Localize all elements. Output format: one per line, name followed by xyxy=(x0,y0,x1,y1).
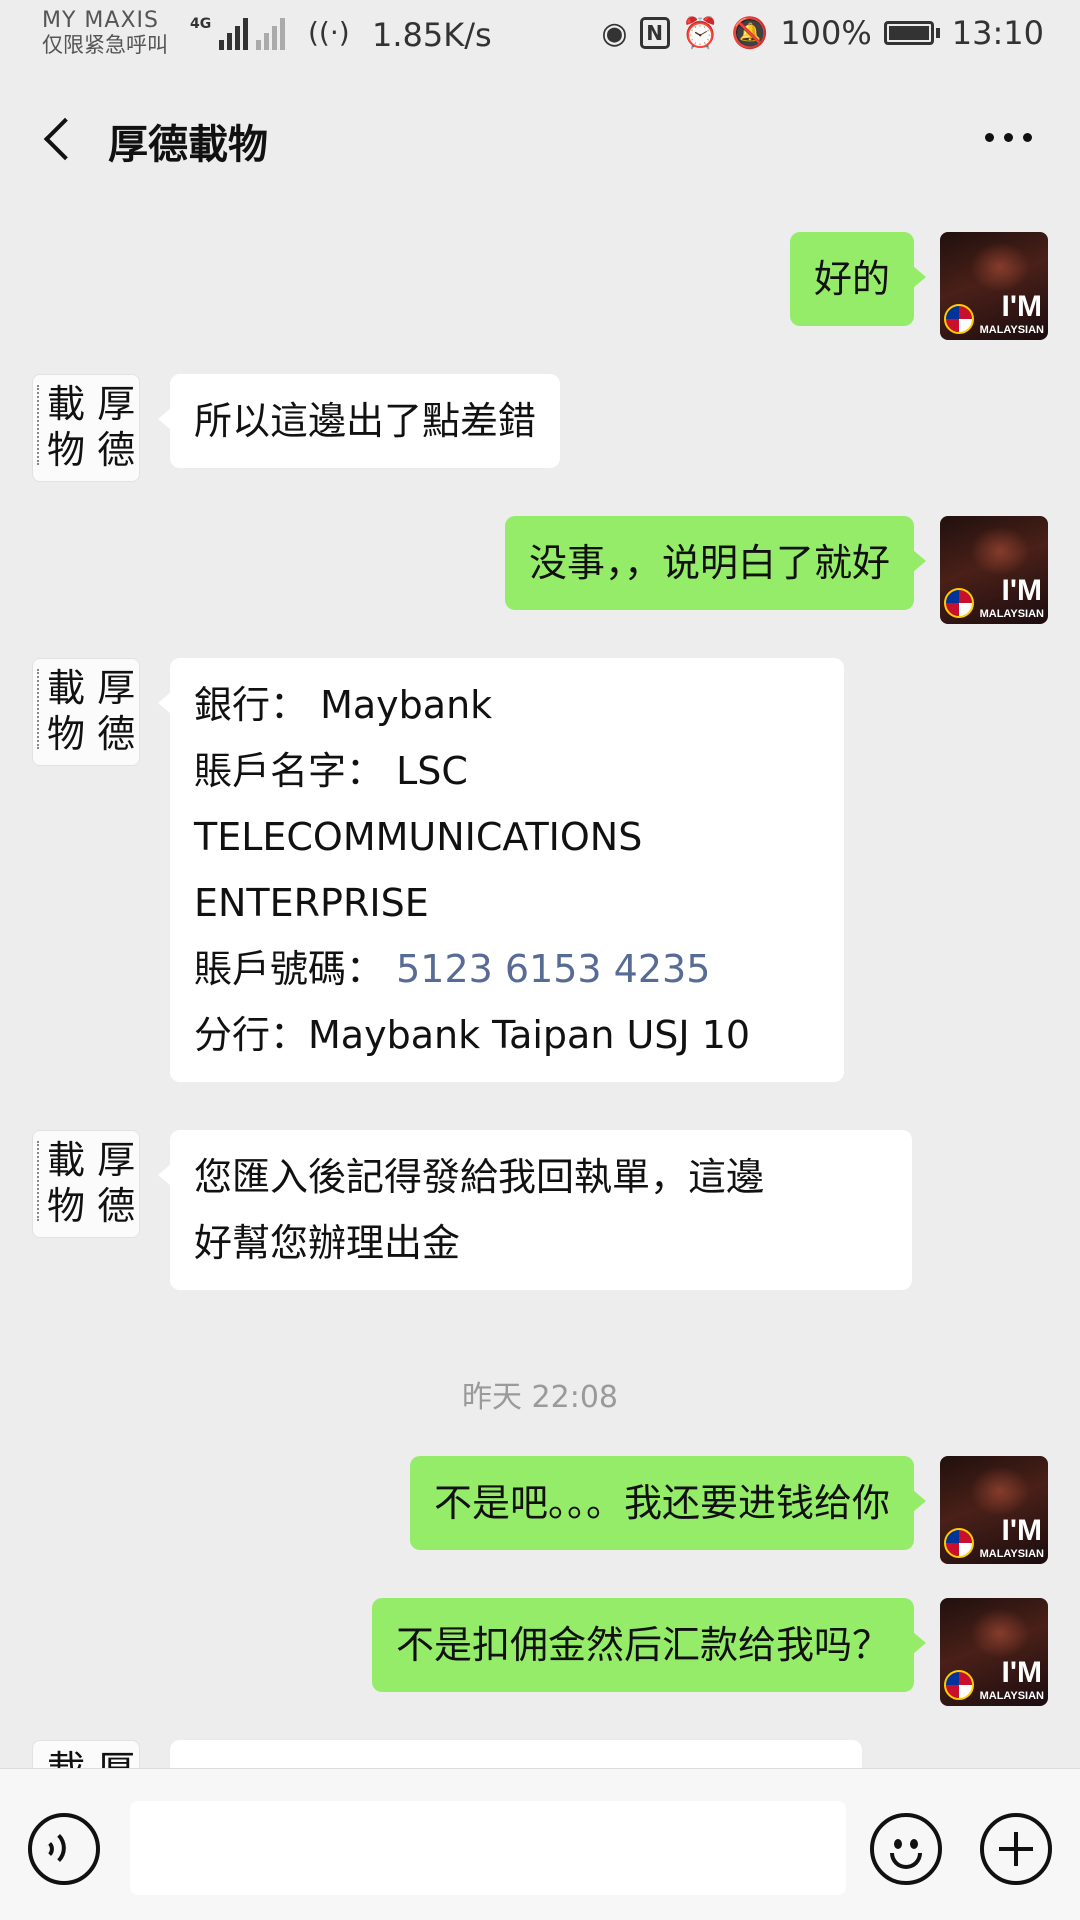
chat-screen: MY MAXIS 仅限紧急呼叫 4G ((·) 1.85K/s ◉ N ⏰ 🔕 … xyxy=(0,0,1080,1920)
contact-avatar[interactable]: 載 厚 物 德 xyxy=(32,1130,140,1238)
flag-icon xyxy=(944,1528,974,1558)
carrier-name: MY MAXIS xyxy=(42,8,159,33)
status-bar: MY MAXIS 仅限紧急呼叫 4G ((·) 1.85K/s ◉ N ⏰ 🔕 … xyxy=(0,0,1080,76)
message-bubble-sent[interactable]: 没事，，说明白了就好 xyxy=(504,516,927,610)
account-name-line: 賬戶名字： LSC xyxy=(194,749,468,793)
account-name-line: TELECOMMUNICATIONS xyxy=(194,815,643,859)
more-dots-icon[interactable] xyxy=(980,122,1036,152)
message-bubble-received[interactable]: 您匯入後記得發給我回執單，這邊 好幫您辦理出金 xyxy=(158,1130,912,1290)
alarm-icon: ⏰ xyxy=(681,15,719,51)
my-avatar[interactable]: I'M MALAYSIAN xyxy=(940,516,1048,624)
clock: 13:10 xyxy=(951,14,1044,52)
my-avatar[interactable]: I'M MALAYSIAN xyxy=(940,1456,1048,1564)
message-input[interactable] xyxy=(130,1801,846,1895)
message-bubble-received[interactable] xyxy=(170,1740,862,1768)
my-avatar[interactable]: I'M MALAYSIAN xyxy=(940,232,1048,340)
flag-icon xyxy=(944,588,974,618)
account-number-line: 賬戶號碼： 5123 6153 4235 xyxy=(194,947,711,991)
bank-line: 銀行： Maybank xyxy=(194,683,493,727)
signal-icon: 4G xyxy=(190,16,286,50)
flag-icon xyxy=(944,1670,974,1700)
chevron-left-icon[interactable] xyxy=(36,114,80,162)
emergency-only-label: 仅限紧急呼叫 xyxy=(42,33,168,58)
wifi-icon: ((·) xyxy=(308,16,350,49)
net-speed: 1.85K/s xyxy=(372,16,492,54)
mute-icon: 🔕 xyxy=(730,15,769,51)
battery-icon xyxy=(883,21,940,45)
chat-header: 厚德載物 xyxy=(0,76,1080,200)
message-row: 不是吧。。。我还要进钱给你 I'M MALAYSIAN xyxy=(0,1456,1080,1566)
message-row: 没事，，说明白了就好 I'M MALAYSIAN xyxy=(0,516,1080,626)
message-list[interactable]: 好的 I'M MALAYSIAN 載 厚 物 德 所以這邊出了點差錯 没事，，说… xyxy=(0,200,1080,1768)
message-timestamp: 昨天 22:08 xyxy=(462,1380,618,1415)
my-avatar[interactable]: I'M MALAYSIAN xyxy=(940,1598,1048,1706)
message-row: 不是扣佣金然后汇款给我吗？ I'M MALAYSIAN xyxy=(0,1598,1080,1708)
battery-percent: 100% xyxy=(780,14,872,52)
contact-avatar[interactable]: 載 厚 xyxy=(32,1740,140,1768)
input-bar xyxy=(0,1768,1080,1920)
message-row: 載 厚 物 德 您匯入後記得發給我回執單，這邊 好幫您辦理出金 xyxy=(0,1130,1080,1310)
carrier-info: MY MAXIS 仅限紧急呼叫 xyxy=(42,8,168,57)
bank-details-bubble[interactable]: 銀行： Maybank 賬戶名字： LSC TELECOMMUNICATIONS… xyxy=(158,658,844,1082)
plus-icon[interactable] xyxy=(980,1813,1052,1885)
voice-icon[interactable] xyxy=(28,1813,100,1885)
account-number-link[interactable]: 5123 6153 4235 xyxy=(396,947,710,991)
branch-line: 分行：Maybank Taipan USJ 10 xyxy=(194,1013,751,1057)
message-bubble-received[interactable]: 所以這邊出了點差錯 xyxy=(157,374,561,468)
message-row: 載 厚 xyxy=(0,1740,1080,1768)
status-icons: ◉ N ⏰ 🔕 100% 13:10 xyxy=(601,14,1044,52)
contact-avatar[interactable]: 載 厚 物 德 xyxy=(32,374,140,482)
message-bubble-sent[interactable]: 不是吧。。。我还要进钱给你 xyxy=(409,1456,927,1550)
nfc-icon: N xyxy=(639,17,670,49)
message-row: 好的 I'M MALAYSIAN xyxy=(0,232,1080,342)
message-row: 載 厚 物 德 所以這邊出了點差錯 xyxy=(0,374,1080,484)
emoji-icon[interactable] xyxy=(870,1813,942,1885)
account-name-line: ENTERPRISE xyxy=(194,881,429,925)
message-bubble-sent[interactable]: 不是扣佣金然后汇款给我吗？ xyxy=(371,1598,927,1692)
eye-icon: ◉ xyxy=(601,15,628,51)
message-bubble-sent[interactable]: 好的 xyxy=(789,232,927,326)
flag-icon xyxy=(944,304,974,334)
network-type: 4G xyxy=(190,16,212,32)
contact-avatar[interactable]: 載 厚 物 德 xyxy=(32,658,140,766)
chat-title: 厚德載物 xyxy=(108,122,268,168)
message-row: 載 厚 物 德 銀行： Maybank 賬戶名字： LSC TELECOMMUN… xyxy=(0,658,1080,1098)
